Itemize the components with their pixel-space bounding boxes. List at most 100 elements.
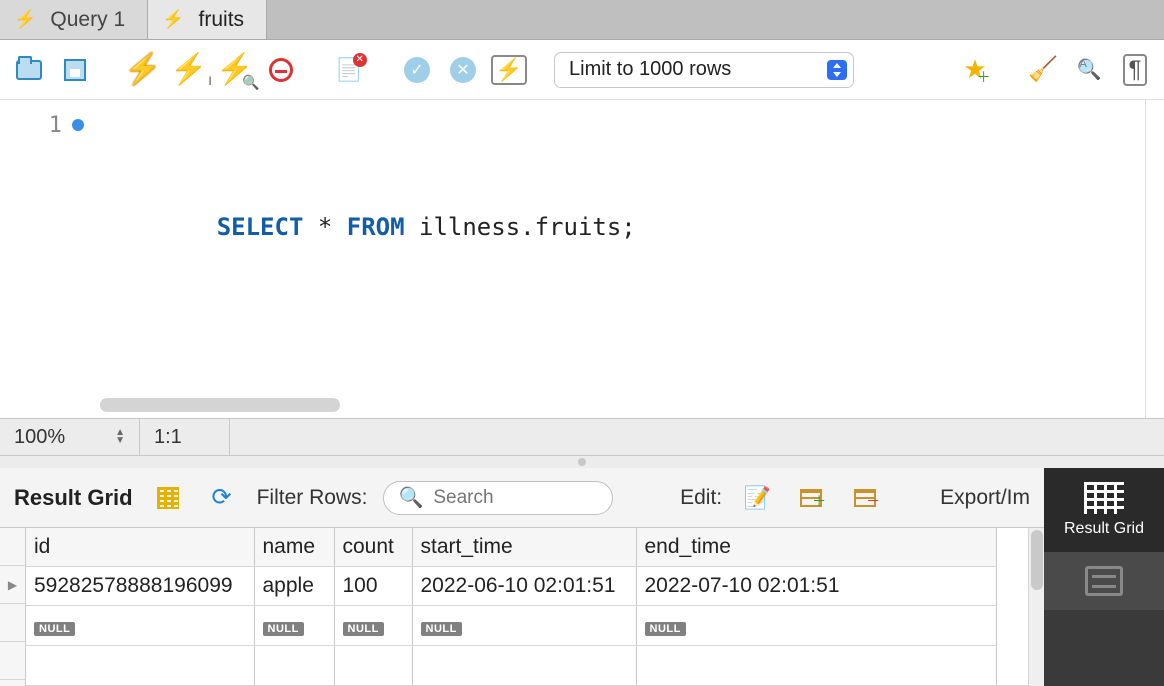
cell-id[interactable]: 59282578888196099 xyxy=(26,566,254,606)
refresh-button[interactable]: ⟳ xyxy=(203,479,241,517)
refresh-icon: ⟳ xyxy=(212,483,232,512)
code-area[interactable]: SELECT * FROM illness.fruits; xyxy=(100,100,1146,418)
rollback-button[interactable]: ✕ xyxy=(444,51,482,89)
table-row-empty[interactable] xyxy=(26,646,996,686)
null-badge: NULL xyxy=(34,622,75,636)
beautify-button[interactable]: 🧹 xyxy=(1024,51,1062,89)
export-label: Export/Im xyxy=(940,486,1030,510)
line-number: 1 xyxy=(49,113,62,138)
column-header-id[interactable]: id xyxy=(26,528,254,566)
row-limit-select[interactable]: Limit to 1000 rows xyxy=(554,52,854,88)
toggle-grid-button[interactable] xyxy=(149,479,187,517)
toggle-autocommit-button[interactable]: 📄✕ xyxy=(330,51,368,89)
null-badge: NULL xyxy=(421,622,462,636)
result-toolbar: Result Grid ⟳ Filter Rows: 🔍 Edit: 📝 ＋ －… xyxy=(0,468,1044,528)
grid-minus-icon: － xyxy=(854,489,876,507)
bolt-cursor-icon: ⚡I xyxy=(170,55,207,85)
side-tab-form-editor[interactable] xyxy=(1044,552,1164,610)
side-tab-label: Result Grid xyxy=(1064,520,1144,538)
search-icon: 🔍A xyxy=(1077,57,1102,82)
bolt-check-icon: ⚡ xyxy=(491,55,526,85)
toggle-invisibles-button[interactable]: ¶ xyxy=(1116,51,1154,89)
cell-count[interactable]: 100 xyxy=(334,566,412,606)
cell-null[interactable]: NULL xyxy=(254,606,334,646)
statement-marker-icon[interactable] xyxy=(72,119,84,131)
keyword-from: FROM xyxy=(347,213,405,241)
cell-start-time[interactable]: 2022-06-10 02:01:51 xyxy=(412,566,636,606)
filter-rows-input[interactable]: 🔍 xyxy=(383,481,613,515)
save-file-button[interactable] xyxy=(56,51,94,89)
delete-row-button[interactable]: － xyxy=(846,479,884,517)
null-badge: NULL xyxy=(645,622,686,636)
autocommit-icon: 📄✕ xyxy=(335,57,362,83)
vertical-scrollbar[interactable] xyxy=(1028,528,1044,686)
bolt-icon: ⚡ xyxy=(162,9,184,30)
find-button[interactable]: 🔍A xyxy=(1070,51,1108,89)
tab-query1[interactable]: ⚡ Query 1 xyxy=(0,0,148,39)
horizontal-scrollbar[interactable] xyxy=(100,398,340,412)
result-grid-title: Result Grid xyxy=(14,485,133,511)
row-limit-label: Limit to 1000 rows xyxy=(569,58,731,81)
column-header-name[interactable]: name xyxy=(254,528,334,566)
table-header-row: id name count start_time end_time xyxy=(26,528,996,566)
open-file-button[interactable] xyxy=(10,51,48,89)
search-icon: 🔍 xyxy=(398,485,423,510)
cell-null[interactable]: NULL xyxy=(334,606,412,646)
row-handle[interactable] xyxy=(0,604,25,642)
row-handle-column: ▶ xyxy=(0,528,26,686)
null-badge: NULL xyxy=(343,622,384,636)
cell-null[interactable]: NULL xyxy=(26,606,254,646)
favorites-button[interactable]: ★＋ xyxy=(956,51,994,89)
chevron-updown-icon[interactable]: ▲▼ xyxy=(115,429,125,445)
zoom-level[interactable]: 100% ▲▼ xyxy=(0,419,140,455)
commit-button[interactable]: ✓ xyxy=(398,51,436,89)
stop-icon xyxy=(269,58,293,82)
column-header-end-time[interactable]: end_time xyxy=(636,528,996,566)
editor-status-bar: 100% ▲▼ 1:1 xyxy=(0,418,1164,456)
result-grid[interactable]: ▶ id name count start_time end_time xyxy=(0,528,1044,686)
sql-editor[interactable]: 1 SELECT * FROM illness.fruits; xyxy=(0,100,1164,418)
sql-toolbar: ⚡ ⚡I ⚡🔍 📄✕ ✓ ✕ ⚡ Limit to 1000 rows ★＋ 🧹… xyxy=(0,40,1164,100)
edit-row-button[interactable]: 📝 xyxy=(738,479,776,517)
bolt-icon: ⚡ xyxy=(124,55,161,85)
stop-button[interactable] xyxy=(262,51,300,89)
execute-button[interactable]: ⚡ xyxy=(124,51,162,89)
pilcrow-icon: ¶ xyxy=(1123,54,1148,86)
grid-icon xyxy=(1084,482,1124,514)
bolt-icon: ⚡ xyxy=(14,9,36,30)
column-header-start-time[interactable]: start_time xyxy=(412,528,636,566)
broom-icon: 🧹 xyxy=(1028,55,1058,84)
side-tab-result-grid[interactable]: Result Grid xyxy=(1044,468,1164,552)
filter-input-field[interactable] xyxy=(433,487,598,509)
edit-label: Edit: xyxy=(680,486,722,510)
filter-rows-label: Filter Rows: xyxy=(257,486,368,510)
add-row-button[interactable]: ＋ xyxy=(792,479,830,517)
cell-name[interactable]: apple xyxy=(254,566,334,606)
bolt-search-icon: ⚡🔍 xyxy=(216,55,253,85)
folder-icon xyxy=(16,60,42,80)
row-handle[interactable] xyxy=(0,642,25,680)
toggle-limit-button[interactable]: ⚡ xyxy=(490,51,528,89)
null-badge: NULL xyxy=(263,622,304,636)
execute-current-button[interactable]: ⚡I xyxy=(170,51,208,89)
check-circle-icon: ✓ xyxy=(404,57,430,83)
cell-null[interactable]: NULL xyxy=(412,606,636,646)
cell-null[interactable]: NULL xyxy=(636,606,996,646)
table-row-null[interactable]: NULL NULL NULL NULL NULL xyxy=(26,606,996,646)
floppy-icon xyxy=(64,59,86,81)
editor-gutter: 1 xyxy=(0,100,100,418)
column-header-count[interactable]: count xyxy=(334,528,412,566)
tab-label: Query 1 xyxy=(50,8,125,32)
pane-resize-grip[interactable] xyxy=(0,456,1164,468)
tab-label: fruits xyxy=(199,8,245,32)
cell-end-time[interactable]: 2022-07-10 02:01:51 xyxy=(636,566,996,606)
table-row[interactable]: 59282578888196099 apple 100 2022-06-10 0… xyxy=(26,566,996,606)
explain-button[interactable]: ⚡🔍 xyxy=(216,51,254,89)
chevron-updown-icon xyxy=(827,60,847,80)
pencil-icon: 📝 xyxy=(743,485,770,511)
x-circle-icon: ✕ xyxy=(450,57,476,83)
cursor-position: 1:1 xyxy=(140,419,230,455)
grid-icon xyxy=(157,487,179,509)
row-handle[interactable]: ▶ xyxy=(0,566,25,604)
tab-fruits[interactable]: ⚡ fruits xyxy=(148,0,267,39)
